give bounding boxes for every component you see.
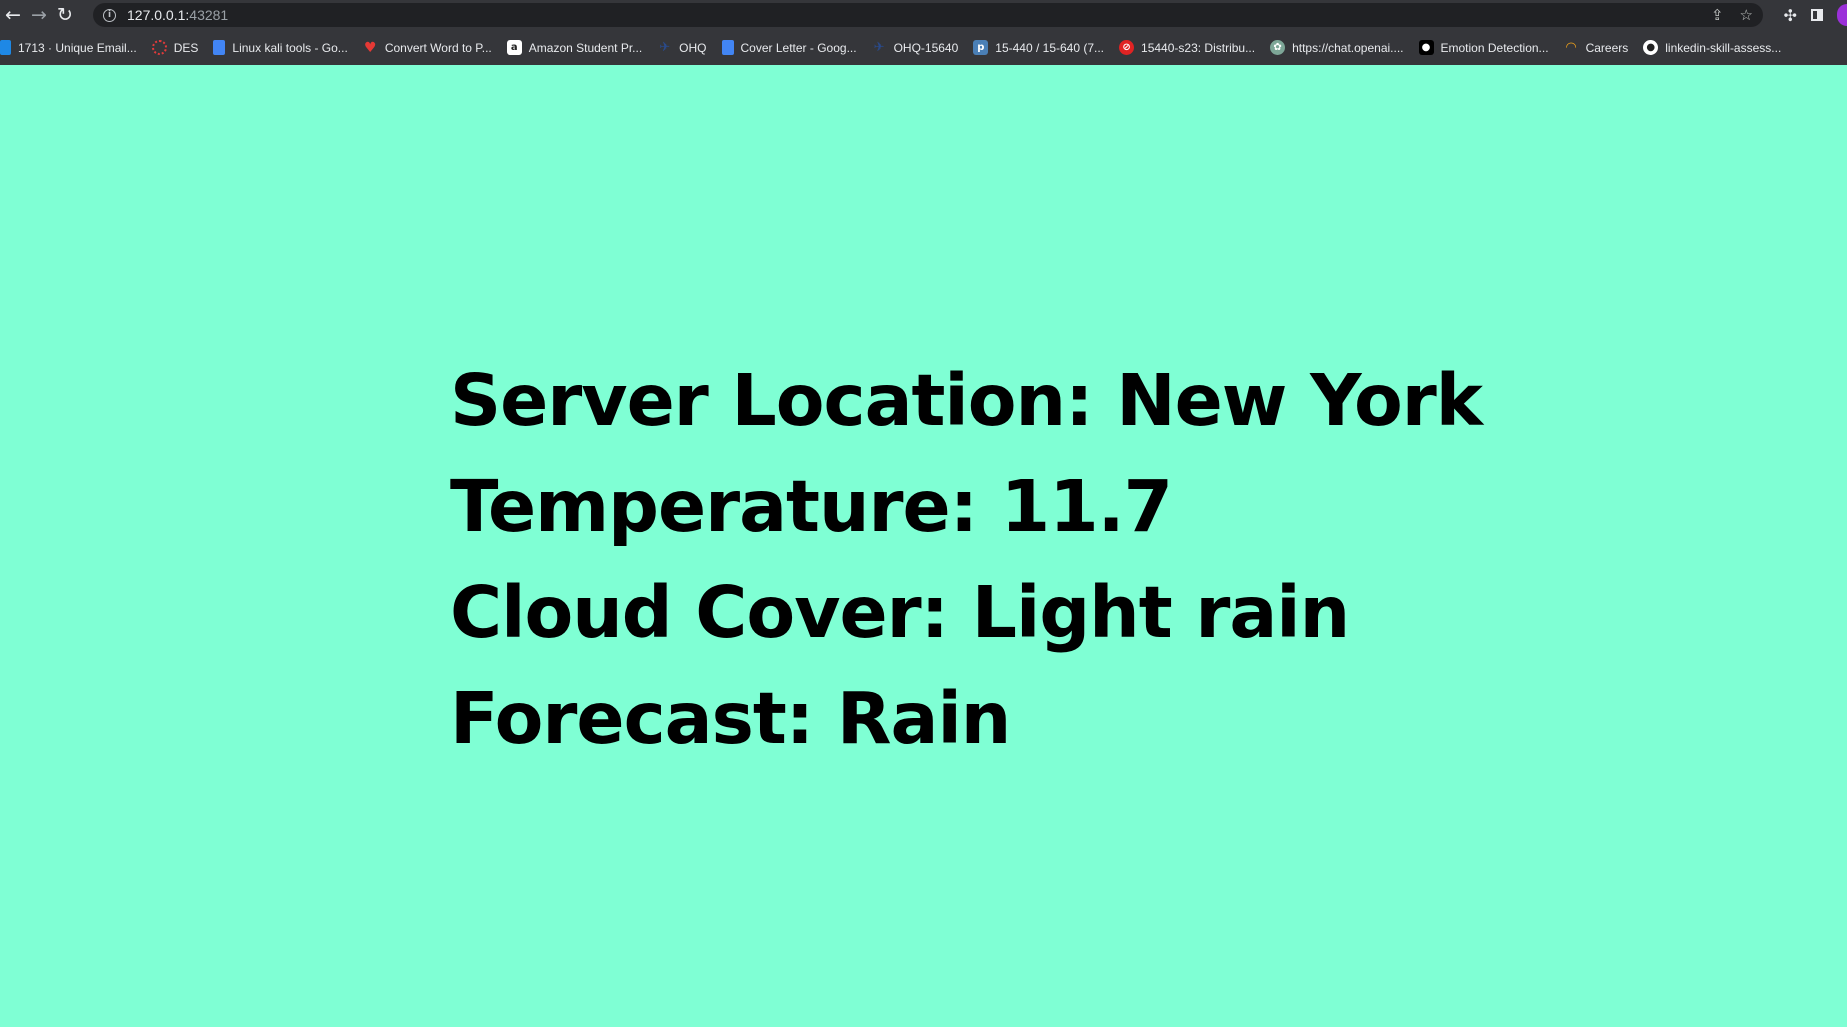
bookmark-label: Linux kali tools - Go... xyxy=(232,40,348,55)
circle-icon xyxy=(151,40,167,55)
extensions-puzzle-icon[interactable]: ✣ xyxy=(1784,6,1797,25)
careers-icon: ◠ xyxy=(1566,40,1577,55)
bookmark-item[interactable]: ◠ Careers xyxy=(1564,35,1635,61)
site-info-icon[interactable]: i xyxy=(103,8,116,22)
bookmark-item[interactable]: DES xyxy=(151,35,205,61)
bookmark-label: Emotion Detection... xyxy=(1440,40,1549,55)
bookmark-label: Convert Word to P... xyxy=(384,40,492,55)
bookmark-label: https://chat.openai.... xyxy=(1292,40,1404,55)
bookmark-label: Careers xyxy=(1585,40,1629,55)
bookmark-item[interactable]: ✈ OHQ xyxy=(657,35,712,61)
side-panel-icon[interactable] xyxy=(1811,9,1823,21)
openai-icon: ✿ xyxy=(1270,40,1286,55)
github-icon: ● xyxy=(1643,40,1659,55)
google-docs-icon xyxy=(721,40,734,55)
amazon-icon: a xyxy=(506,40,522,55)
bookmark-label: 15-440 / 15-640 (7... xyxy=(995,40,1105,55)
bookmark-star-icon[interactable]: ☆ xyxy=(1740,6,1753,24)
heart-icon: ♥ xyxy=(364,39,377,56)
bookmark-item[interactable]: ✿ https://chat.openai.... xyxy=(1270,35,1409,61)
bookmark-label: DES xyxy=(173,40,199,55)
bookmark-label: Cover Letter - Goog... xyxy=(740,40,857,55)
bookmark-label: 15440-s23: Distribu... xyxy=(1141,40,1256,55)
bookmark-item[interactable]: ♥ Convert Word to P... xyxy=(363,35,498,61)
bookmark-label: linkedin-skill-assess... xyxy=(1665,40,1782,55)
medium-icon: ● xyxy=(1418,40,1434,55)
back-arrow-icon[interactable]: ← xyxy=(0,0,26,30)
toolbar-right: ✣ xyxy=(1784,0,1847,30)
url-host: 127.0.0.1: xyxy=(127,7,190,23)
temperature-text: Temperature: 11.7 xyxy=(450,465,1173,548)
bookmark-item[interactable]: 1713 · Unique Email... xyxy=(0,35,143,61)
ohq-icon: ✈ xyxy=(659,40,671,55)
leetcode-icon xyxy=(0,40,11,55)
share-icon[interactable]: ⇪ xyxy=(1711,6,1724,24)
bookmark-item[interactable]: ● Emotion Detection... xyxy=(1418,35,1555,61)
reload-icon[interactable]: ↻ xyxy=(52,0,78,30)
bookmark-item[interactable]: Cover Letter - Goog... xyxy=(721,35,863,61)
forecast-text: Forecast: Rain xyxy=(450,677,1011,760)
browser-toolbar: ← → ↻ i 127.0.0.1:43281 ⇪ ☆ ✣ xyxy=(0,0,1847,30)
url-text[interactable]: 127.0.0.1:43281 xyxy=(127,7,228,23)
ohq-icon: ✈ xyxy=(873,40,885,55)
bookmark-item[interactable]: ● linkedin-skill-assess... xyxy=(1643,35,1787,61)
bookmark-item[interactable]: p 15-440 / 15-640 (7... xyxy=(973,35,1110,61)
bookmark-label: 1713 · Unique Email... xyxy=(18,40,137,55)
profile-avatar[interactable] xyxy=(1837,4,1847,26)
forward-arrow-icon[interactable]: → xyxy=(26,0,52,30)
server-location-text: Server Location: New York xyxy=(450,359,1483,442)
no-entry-icon: ⊘ xyxy=(1119,40,1135,55)
weather-info: Server Location: New York Temperature: 1… xyxy=(450,348,1483,772)
google-docs-icon xyxy=(213,40,226,55)
cloud-cover-text: Cloud Cover: Light rain xyxy=(450,571,1350,654)
address-bar-actions: ⇪ ☆ xyxy=(1711,3,1753,27)
bookmark-item[interactable]: a Amazon Student Pr... xyxy=(506,35,648,61)
bookmark-item[interactable]: Linux kali tools - Go... xyxy=(213,35,353,61)
bookmark-item[interactable]: ✈ OHQ-15640 xyxy=(872,35,965,61)
bookmark-item[interactable]: ⊘ 15440-s23: Distribu... xyxy=(1119,35,1261,61)
address-bar[interactable]: i 127.0.0.1:43281 ⇪ ☆ xyxy=(93,3,1763,27)
url-port: 43281 xyxy=(189,7,229,23)
bookmarks-bar: 1713 · Unique Email... DES Linux kali to… xyxy=(0,30,1847,65)
bookmark-label: OHQ xyxy=(679,40,707,55)
bookmark-label: OHQ-15640 xyxy=(893,40,959,55)
piazza-icon: p xyxy=(973,40,989,55)
bookmark-label: Amazon Student Pr... xyxy=(528,40,643,55)
